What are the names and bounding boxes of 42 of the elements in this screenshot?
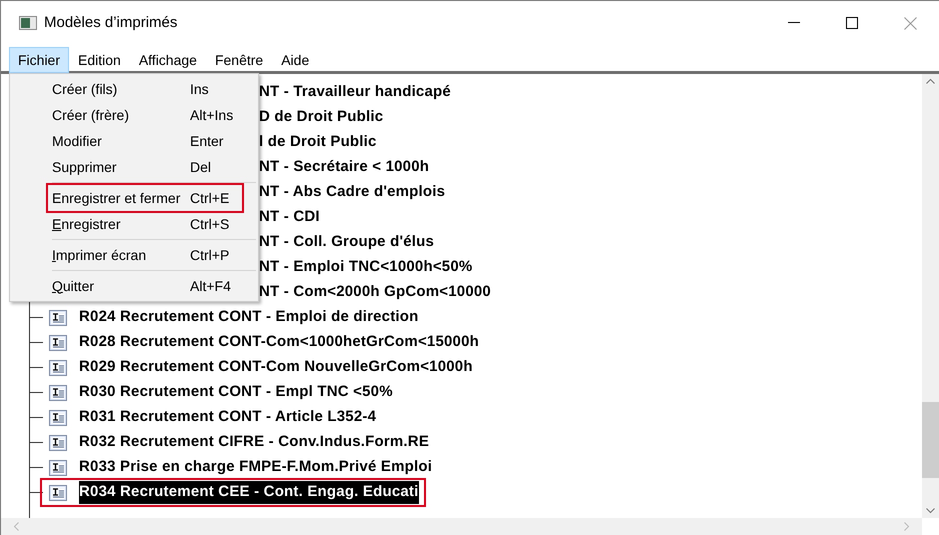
- tree-item[interactable]: l de Droit Public: [259, 131, 377, 154]
- scrollbar-thumb[interactable]: [922, 402, 939, 478]
- close-icon: [904, 16, 916, 30]
- document-icon: [49, 484, 67, 500]
- window-title: Modèles d’imprimés: [44, 12, 178, 33]
- tree-item[interactable]: NT - Secrétaire < 1000h: [259, 156, 430, 179]
- menu-item[interactable]: Supprimer Del: [48, 154, 248, 180]
- menu-bar-item[interactable]: Fichier: [9, 47, 70, 73]
- minimize-icon: [788, 22, 800, 24]
- vertical-scrollbar[interactable]: [922, 74, 939, 518]
- menu-item[interactable]: Créer (fils) Ins: [48, 76, 248, 102]
- tree-item[interactable]: NT - Com<2000h GpCom<10000: [259, 281, 491, 304]
- menu-item[interactable]: Modifier Enter: [48, 128, 248, 154]
- document-icon: [49, 310, 67, 326]
- maximize-icon: [846, 17, 858, 29]
- scroll-down-icon: [926, 508, 935, 514]
- tree-item[interactable]: NT - Emploi TNC<1000h<50%: [259, 256, 472, 279]
- tree-item[interactable]: D de Droit Public: [259, 106, 384, 129]
- menu-item[interactable]: Enregistrer et fermer Ctrl+E: [48, 185, 242, 211]
- horizontal-scrollbar[interactable]: [1, 518, 922, 535]
- document-icon: [49, 360, 67, 376]
- tree-item[interactable]: NT - Coll. Groupe d'élus: [259, 231, 434, 254]
- app-icon: [19, 16, 37, 30]
- scroll-left-icon: [13, 522, 19, 531]
- document-icon: [49, 410, 67, 426]
- menu-bar-item[interactable]: Aide: [272, 47, 318, 73]
- menu-item[interactable]: Enregistrer Ctrl+S: [48, 211, 248, 237]
- scroll-right-icon: [904, 522, 910, 531]
- menu-item[interactable]: Créer (frère) Alt+Ins: [48, 102, 248, 128]
- document-icon: [49, 434, 67, 450]
- menu-item[interactable]: Imprimer écran Ctrl+P: [48, 242, 248, 268]
- menu-bar-item[interactable]: Fenêtre: [206, 47, 272, 73]
- menu-bar-item[interactable]: Edition: [69, 47, 130, 73]
- menu-item[interactable]: Quitter Alt+F4: [48, 273, 248, 299]
- menu-bar-item[interactable]: Affichage: [130, 47, 206, 73]
- document-icon: [49, 334, 67, 350]
- document-icon: [49, 460, 67, 476]
- scroll-up-icon: [926, 78, 935, 84]
- tree-item[interactable]: NT - Travailleur handicapé: [259, 81, 451, 104]
- tree-item[interactable]: NT - CDI: [259, 206, 320, 229]
- tree-item[interactable]: NT - Abs Cadre d'emplois: [259, 181, 446, 204]
- document-icon: [49, 384, 67, 400]
